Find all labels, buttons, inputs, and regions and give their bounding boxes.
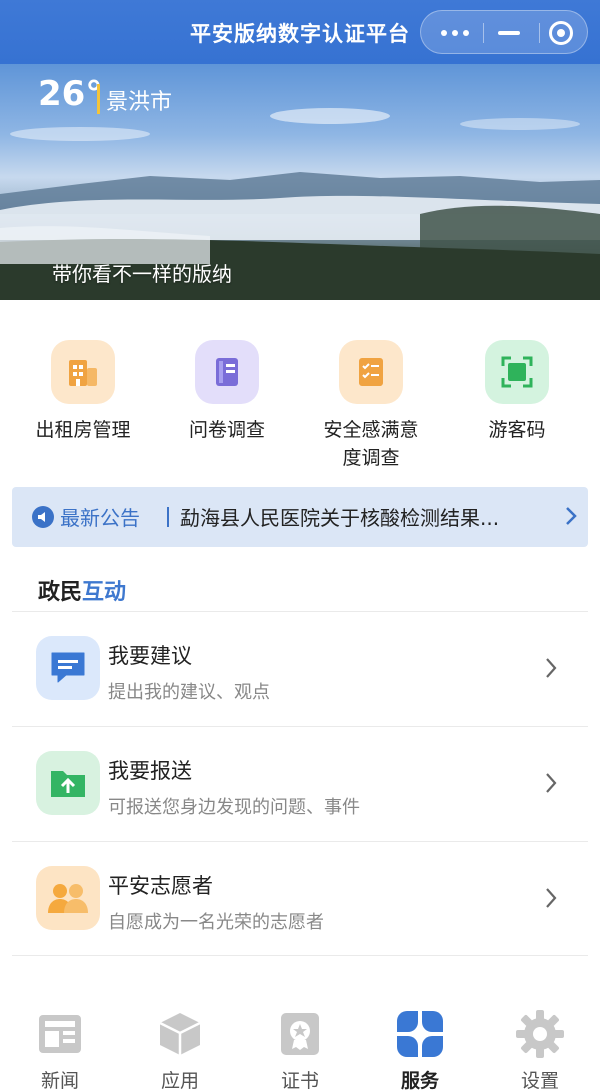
chat-bubble-icon — [36, 636, 100, 700]
section-title-part1: 政民 — [38, 580, 83, 605]
gear-icon — [510, 1004, 570, 1064]
folder-upload-icon — [36, 751, 100, 815]
certificate-icon — [270, 1004, 330, 1064]
tab-services[interactable]: 服务 — [360, 1004, 480, 1091]
row-title: 我要报送 — [108, 759, 192, 783]
city-name: 景洪市 — [106, 90, 173, 115]
divider — [12, 955, 588, 956]
speaker-icon — [32, 506, 54, 528]
list-item-volunteer[interactable]: 平安志愿者 自愿成为一名光荣的志愿者 — [0, 842, 600, 956]
bottom-tab-bar: 新闻 应用 证书 服务 设置 — [0, 990, 600, 1091]
list-item-suggestion[interactable]: 我要建议 提出我的建议、观点 — [0, 612, 600, 726]
weather-divider — [97, 84, 100, 114]
scan-code-icon — [485, 340, 549, 404]
announcement-text: 勐海县人民医院关于核酸检测结果... — [180, 506, 500, 530]
announcement-divider — [167, 507, 169, 527]
checklist-icon — [339, 340, 403, 404]
tab-apps[interactable]: 应用 — [120, 1004, 240, 1091]
grid-petal-icon — [390, 1004, 450, 1064]
chevron-right-icon — [546, 888, 557, 908]
tab-label: 应用 — [160, 1070, 199, 1091]
announcement-bar[interactable]: 最新公告 勐海县人民医院关于核酸检测结果... — [12, 487, 588, 547]
service-questionnaire[interactable]: 问卷调查 — [152, 340, 302, 444]
row-title: 平安志愿者 — [108, 874, 213, 898]
hero-banner[interactable]: 26° 景洪市 带你看不一样的版纳 — [0, 64, 600, 300]
tab-label: 服务 — [400, 1070, 439, 1091]
row-subtitle: 提出我的建议、观点 — [108, 682, 270, 703]
service-visitor-code[interactable]: 游客码 — [442, 340, 592, 444]
announcement-tag: 最新公告 — [60, 506, 140, 530]
service-label: 游客码 — [488, 419, 546, 441]
quick-service-grid: 出租房管理 问卷调查 安全感满意度调查 游客码 — [0, 300, 600, 480]
service-rental-management[interactable]: 出租房管理 — [8, 340, 158, 444]
section-title: 政民互动 — [38, 574, 126, 606]
section-title-part2: 互动 — [82, 580, 127, 605]
tab-settings[interactable]: 设置 — [480, 1004, 600, 1091]
people-icon — [36, 866, 100, 930]
cube-icon — [150, 1004, 210, 1064]
tab-certificate[interactable]: 证书 — [240, 1004, 360, 1091]
chevron-right-icon — [546, 658, 557, 678]
minimize-icon — [498, 31, 520, 35]
service-label: 问卷调查 — [188, 419, 265, 441]
list-item-report[interactable]: 我要报送 可报送您身边发现的问题、事件 — [0, 727, 600, 841]
mini-program-capsule — [420, 10, 588, 54]
close-button[interactable] — [533, 11, 589, 55]
chevron-right-icon — [566, 507, 577, 525]
title-bar: 平安版纳数字认证平台 — [0, 0, 600, 64]
tab-label: 证书 — [280, 1070, 319, 1091]
row-subtitle: 可报送您身边发现的问题、事件 — [108, 797, 360, 818]
building-icon — [51, 340, 115, 404]
service-label: 出租房管理 — [35, 419, 131, 441]
news-icon — [30, 1004, 90, 1064]
temperature: 26° — [38, 74, 103, 114]
minimize-button[interactable] — [481, 11, 537, 55]
more-button[interactable] — [427, 11, 483, 55]
tab-label: 设置 — [520, 1070, 559, 1091]
more-dots-icon — [441, 30, 469, 36]
tab-label: 新闻 — [40, 1070, 79, 1091]
banner-caption: 带你看不一样的版纳 — [52, 262, 232, 286]
tab-news[interactable]: 新闻 — [0, 1004, 120, 1091]
service-label: 安全感满意度调查 — [323, 419, 419, 469]
chevron-right-icon — [546, 773, 557, 793]
row-title: 我要建议 — [108, 644, 192, 668]
service-safety-survey[interactable]: 安全感满意度调查 — [296, 340, 446, 472]
notebook-icon — [195, 340, 259, 404]
app-title: 平安版纳数字认证平台 — [190, 22, 410, 46]
close-target-icon — [549, 21, 573, 45]
row-subtitle: 自愿成为一名光荣的志愿者 — [108, 912, 324, 933]
